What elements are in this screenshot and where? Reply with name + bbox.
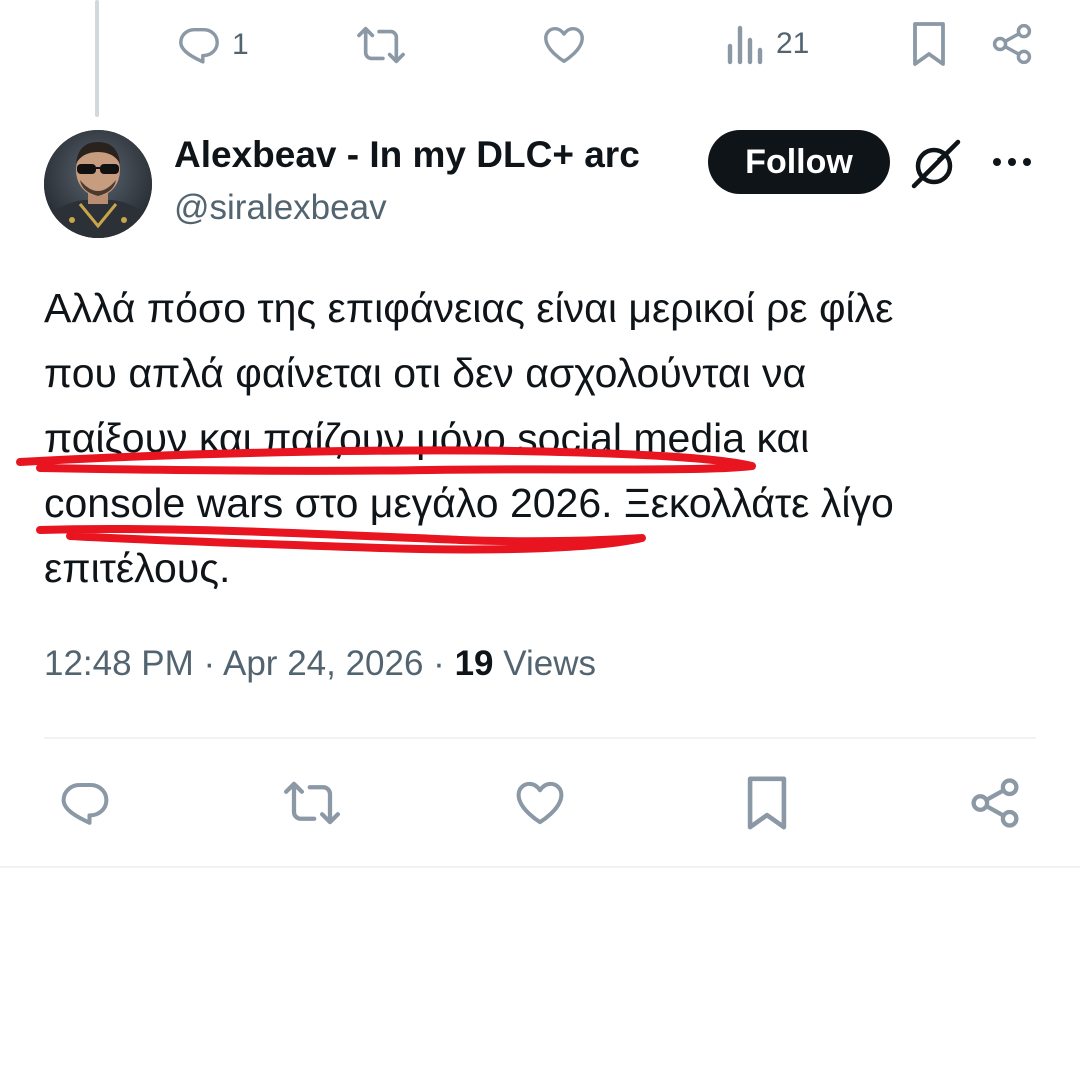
retweet-icon [282, 776, 342, 830]
user-handle[interactable]: @siralexbeav [174, 188, 387, 228]
share-icon [990, 22, 1034, 66]
thread-connector-line [95, 0, 99, 117]
divider [44, 737, 1036, 739]
bookmark-icon [910, 20, 948, 68]
meta-separator: · [433, 644, 445, 683]
tweet-text-line: παίξουν και παίζουν μόνο social media κα… [44, 415, 810, 461]
tweet-time[interactable]: 12:48 PM [44, 644, 194, 683]
more-icon[interactable] [990, 150, 1034, 174]
tweet-detail-page: 1 21 Alexbeav - In my DLC+ arc @siralexb… [0, 0, 1080, 1080]
parent-share-button[interactable] [990, 22, 1034, 66]
avatar[interactable] [44, 130, 152, 238]
like-button[interactable] [512, 776, 568, 830]
parent-bookmark-button[interactable] [910, 20, 948, 68]
follow-button[interactable]: Follow [708, 130, 890, 194]
meta-separator: · [203, 644, 216, 683]
reply-icon [176, 22, 222, 68]
tweet-meta: 12:48 PM · Apr 24, 2026 · 19 Views [44, 644, 596, 684]
display-name[interactable]: Alexbeav - In my DLC+ arc [174, 134, 640, 176]
bookmark-button[interactable] [744, 774, 790, 832]
grok-icon[interactable] [908, 136, 964, 192]
bookmark-icon [744, 774, 790, 832]
tweet-date[interactable]: Apr 24, 2026 [223, 644, 423, 683]
parent-views-count: 21 [776, 27, 810, 60]
heart-icon [512, 776, 568, 830]
parent-like-button[interactable] [540, 22, 588, 68]
tweet-text-line: console wars στο μεγάλο 2026. Ξεκολλάτε … [44, 480, 894, 526]
tweet-text-line: που απλά φαίνεται οτι δεν ασχολούνται να [44, 350, 807, 396]
tweet-text-line: επιτέλους. [44, 545, 231, 591]
reply-icon [58, 776, 112, 830]
tweet-text: Αλλά πόσο της επιφάνειας είναι μερικοί ρ… [44, 276, 1044, 601]
parent-retweet-button[interactable] [356, 22, 406, 68]
heart-icon [540, 22, 588, 68]
parent-views-button[interactable]: 21 [726, 22, 809, 66]
analytics-icon [726, 22, 766, 66]
parent-reply-count: 1 [232, 28, 249, 61]
views-label: Views [503, 644, 596, 683]
retweet-button[interactable] [282, 776, 342, 830]
reply-button[interactable] [58, 776, 112, 830]
tweet-text-line: Αλλά πόσο της επιφάνειας είναι μερικοί ρ… [44, 285, 894, 331]
share-button[interactable] [968, 776, 1022, 830]
retweet-icon [356, 22, 406, 68]
views-count: 19 [454, 644, 494, 683]
divider [0, 866, 1080, 868]
share-icon [968, 776, 1022, 830]
parent-reply-button[interactable]: 1 [176, 22, 249, 68]
